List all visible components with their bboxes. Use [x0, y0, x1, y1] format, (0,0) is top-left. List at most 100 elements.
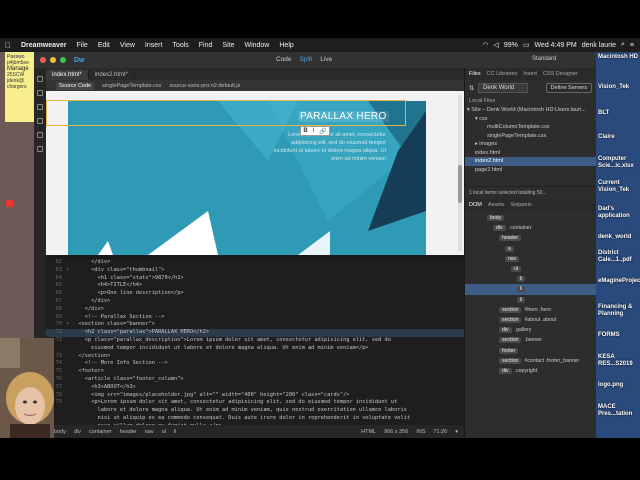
code-line[interactable]: 67 </div> — [46, 298, 464, 306]
code-text[interactable]: <section class="banner"> — [72, 321, 155, 329]
code-text[interactable]: <footer> — [72, 368, 104, 376]
code-line[interactable]: 68 </div> — [46, 306, 464, 314]
battery-percent[interactable]: 99% — [504, 42, 518, 49]
dom-tag[interactable]: section — [499, 357, 522, 364]
dom-node[interactable]: section #hero .hero — [465, 305, 596, 315]
tab-insert[interactable]: Insert — [523, 71, 537, 77]
code-text[interactable]: <h1 class="stats">9870</h1> — [72, 275, 184, 283]
dom-node[interactable]: body — [465, 213, 596, 223]
file-item[interactable]: ▸ images — [465, 140, 596, 149]
code-text[interactable]: </section> — [72, 353, 110, 361]
tab-dom[interactable]: DOM — [469, 202, 482, 208]
code-text[interactable]: <h3>ABOUT</h3> — [72, 384, 136, 392]
desktop-icon[interactable]: FORMS — [598, 332, 638, 339]
scroll-thumb[interactable] — [458, 165, 462, 203]
code-text[interactable]: <p>Lorem ipsum dolor sit amet, consectet… — [72, 399, 397, 407]
code-line[interactable]: 63 ▾ <div class="thumbnail"> — [46, 267, 464, 275]
bold-button[interactable]: B — [303, 128, 307, 134]
live-view[interactable]: PARALLAX HERO Lorem ipsum dolor sit amet… — [46, 91, 464, 255]
related-js[interactable]: source-sans-pro:n2:default.js — [169, 83, 240, 89]
code-line[interactable]: 66 <p>One line description</p> — [46, 290, 464, 298]
file-item[interactable]: ▾ css — [465, 115, 596, 124]
code-text[interactable]: </div> — [72, 306, 104, 314]
dom-tag[interactable]: footer — [499, 347, 519, 354]
code-line[interactable]: 72 <p class="parallax_description">Lorem… — [46, 337, 464, 345]
desktop-icon[interactable]: Macintosh HD — [598, 54, 638, 61]
code-line[interactable]: 70 ▾ <section class="banner"> — [46, 321, 464, 329]
file-item[interactable]: index2.html — [465, 157, 596, 166]
document-type[interactable]: HTML — [361, 429, 376, 435]
clock[interactable]: Wed 4:49 PM — [534, 42, 576, 49]
code-text[interactable]: <h2 class="parallax">PARALLAX HERO</h2> — [72, 329, 209, 337]
italic-button[interactable]: I — [313, 128, 315, 134]
more-icon[interactable] — [37, 146, 43, 152]
tab-files[interactable]: Files — [469, 71, 481, 77]
tab-assets[interactable]: Assets — [488, 202, 505, 208]
code-line[interactable]: 62 </div> — [46, 259, 464, 267]
code-view[interactable]: 62 </div> 63 ▾ <div class="thumbnail"> 64 <… — [46, 259, 464, 425]
code-text[interactable]: <!-- More Info Section --> — [72, 360, 168, 368]
desktop-icon[interactable]: MACE Pres...tation — [598, 404, 638, 418]
dom-node[interactable]: li — [465, 274, 596, 284]
code-text[interactable]: <img src="images/placeholder.jpg" alt=""… — [72, 392, 349, 400]
dom-node[interactable]: section #about .about — [465, 315, 596, 325]
live-scrollbar[interactable] — [458, 95, 462, 251]
file-icon[interactable] — [37, 76, 43, 82]
desktop-icon[interactable]: BLT — [598, 110, 638, 117]
view-code-button[interactable]: Code — [276, 56, 292, 63]
tag-selector-container[interactable]: container — [89, 429, 112, 435]
dom-node[interactable]: section #contact .footer_banner — [465, 356, 596, 366]
wifi-icon[interactable]: ◠ — [482, 41, 488, 49]
tab-index[interactable]: index.html* — [46, 70, 89, 80]
code-text[interactable]: </div> — [72, 259, 110, 267]
site-select[interactable]: Denk World — [478, 83, 529, 93]
code-line[interactable]: 75 <footer> — [46, 368, 464, 376]
code-text[interactable]: <p class="parallax_description">Lorem ip… — [72, 337, 391, 345]
minimize-icon[interactable] — [50, 57, 56, 63]
dom-node[interactable]: section .banner — [465, 335, 596, 345]
desktop-icon[interactable]: Current Vision_Tek — [598, 180, 638, 194]
code-line[interactable]: labore et dolore magna aliqua. Ut enim a… — [46, 407, 464, 415]
dom-node[interactable]: div .container — [465, 223, 596, 233]
tag-selector-div[interactable]: div — [74, 429, 81, 435]
dom-tag[interactable]: li — [517, 286, 526, 293]
dom-tag[interactable]: nav — [505, 255, 520, 262]
code-line[interactable]: 69 <!-- Parallax Section --> — [46, 314, 464, 322]
code-line[interactable]: 78 <img src="images/placeholder.jpg" alt… — [46, 392, 464, 400]
view-split-button[interactable]: Split — [300, 56, 313, 63]
user-name[interactable]: denk laurie — [582, 42, 616, 49]
code-text[interactable]: <p>One line description</p> — [72, 290, 184, 298]
desktop-icon[interactable]: KESA RES...S2019 — [598, 354, 638, 368]
dom-tag[interactable]: a — [505, 245, 514, 252]
code-line[interactable]: nisi ut aliquip ex ea commodo consequat.… — [46, 415, 464, 423]
format-icon[interactable] — [37, 132, 43, 138]
desktop-icon[interactable]: eMagineProjectP...2019 — [598, 278, 640, 285]
window-size[interactable]: 906 x 356 — [384, 429, 408, 435]
menu-view[interactable]: View — [115, 42, 140, 49]
desktop-icon[interactable]: Claire — [598, 134, 638, 141]
battery-icon[interactable]: ▭ — [523, 41, 530, 49]
maximize-icon[interactable] — [60, 57, 66, 63]
code-line[interactable]: 79 <p>Lorem ipsum dolor sit amet, consec… — [46, 399, 464, 407]
file-item[interactable]: ▾ Site – Denk World (Macintosh HD:Users:… — [465, 106, 596, 115]
app-menu[interactable]: Dreamweaver — [16, 42, 72, 49]
menu-site[interactable]: Site — [217, 42, 239, 49]
volume-icon[interactable]: ◁ — [493, 41, 498, 49]
dom-node[interactable]: a — [465, 244, 596, 254]
dom-tag[interactable]: li — [517, 276, 526, 283]
desktop-icon[interactable]: logo.png — [598, 382, 638, 389]
dom-tag[interactable]: div — [499, 327, 512, 334]
file-item[interactable]: singlePageTemplate.css — [465, 132, 596, 141]
dom-tag[interactable]: section — [499, 306, 522, 313]
menu-insert[interactable]: Insert — [140, 42, 168, 49]
menu-tools[interactable]: Tools — [167, 42, 193, 49]
code-text[interactable]: eiusmod tempor incididunt ut labore et d… — [72, 345, 368, 353]
tab-cc-libraries[interactable]: CC Libraries — [487, 71, 518, 77]
code-line[interactable]: 76 <article class="footer_column"> — [46, 376, 464, 384]
desktop-icon[interactable]: denk_world — [598, 234, 638, 241]
code-line[interactable]: 77 <h3>ABOUT</h3> — [46, 384, 464, 392]
code-text[interactable]: </div> — [72, 298, 110, 306]
workspace-select[interactable]: Standard — [532, 56, 556, 62]
menu-window[interactable]: Window — [239, 42, 274, 49]
dom-tag[interactable]: ul — [511, 266, 522, 273]
